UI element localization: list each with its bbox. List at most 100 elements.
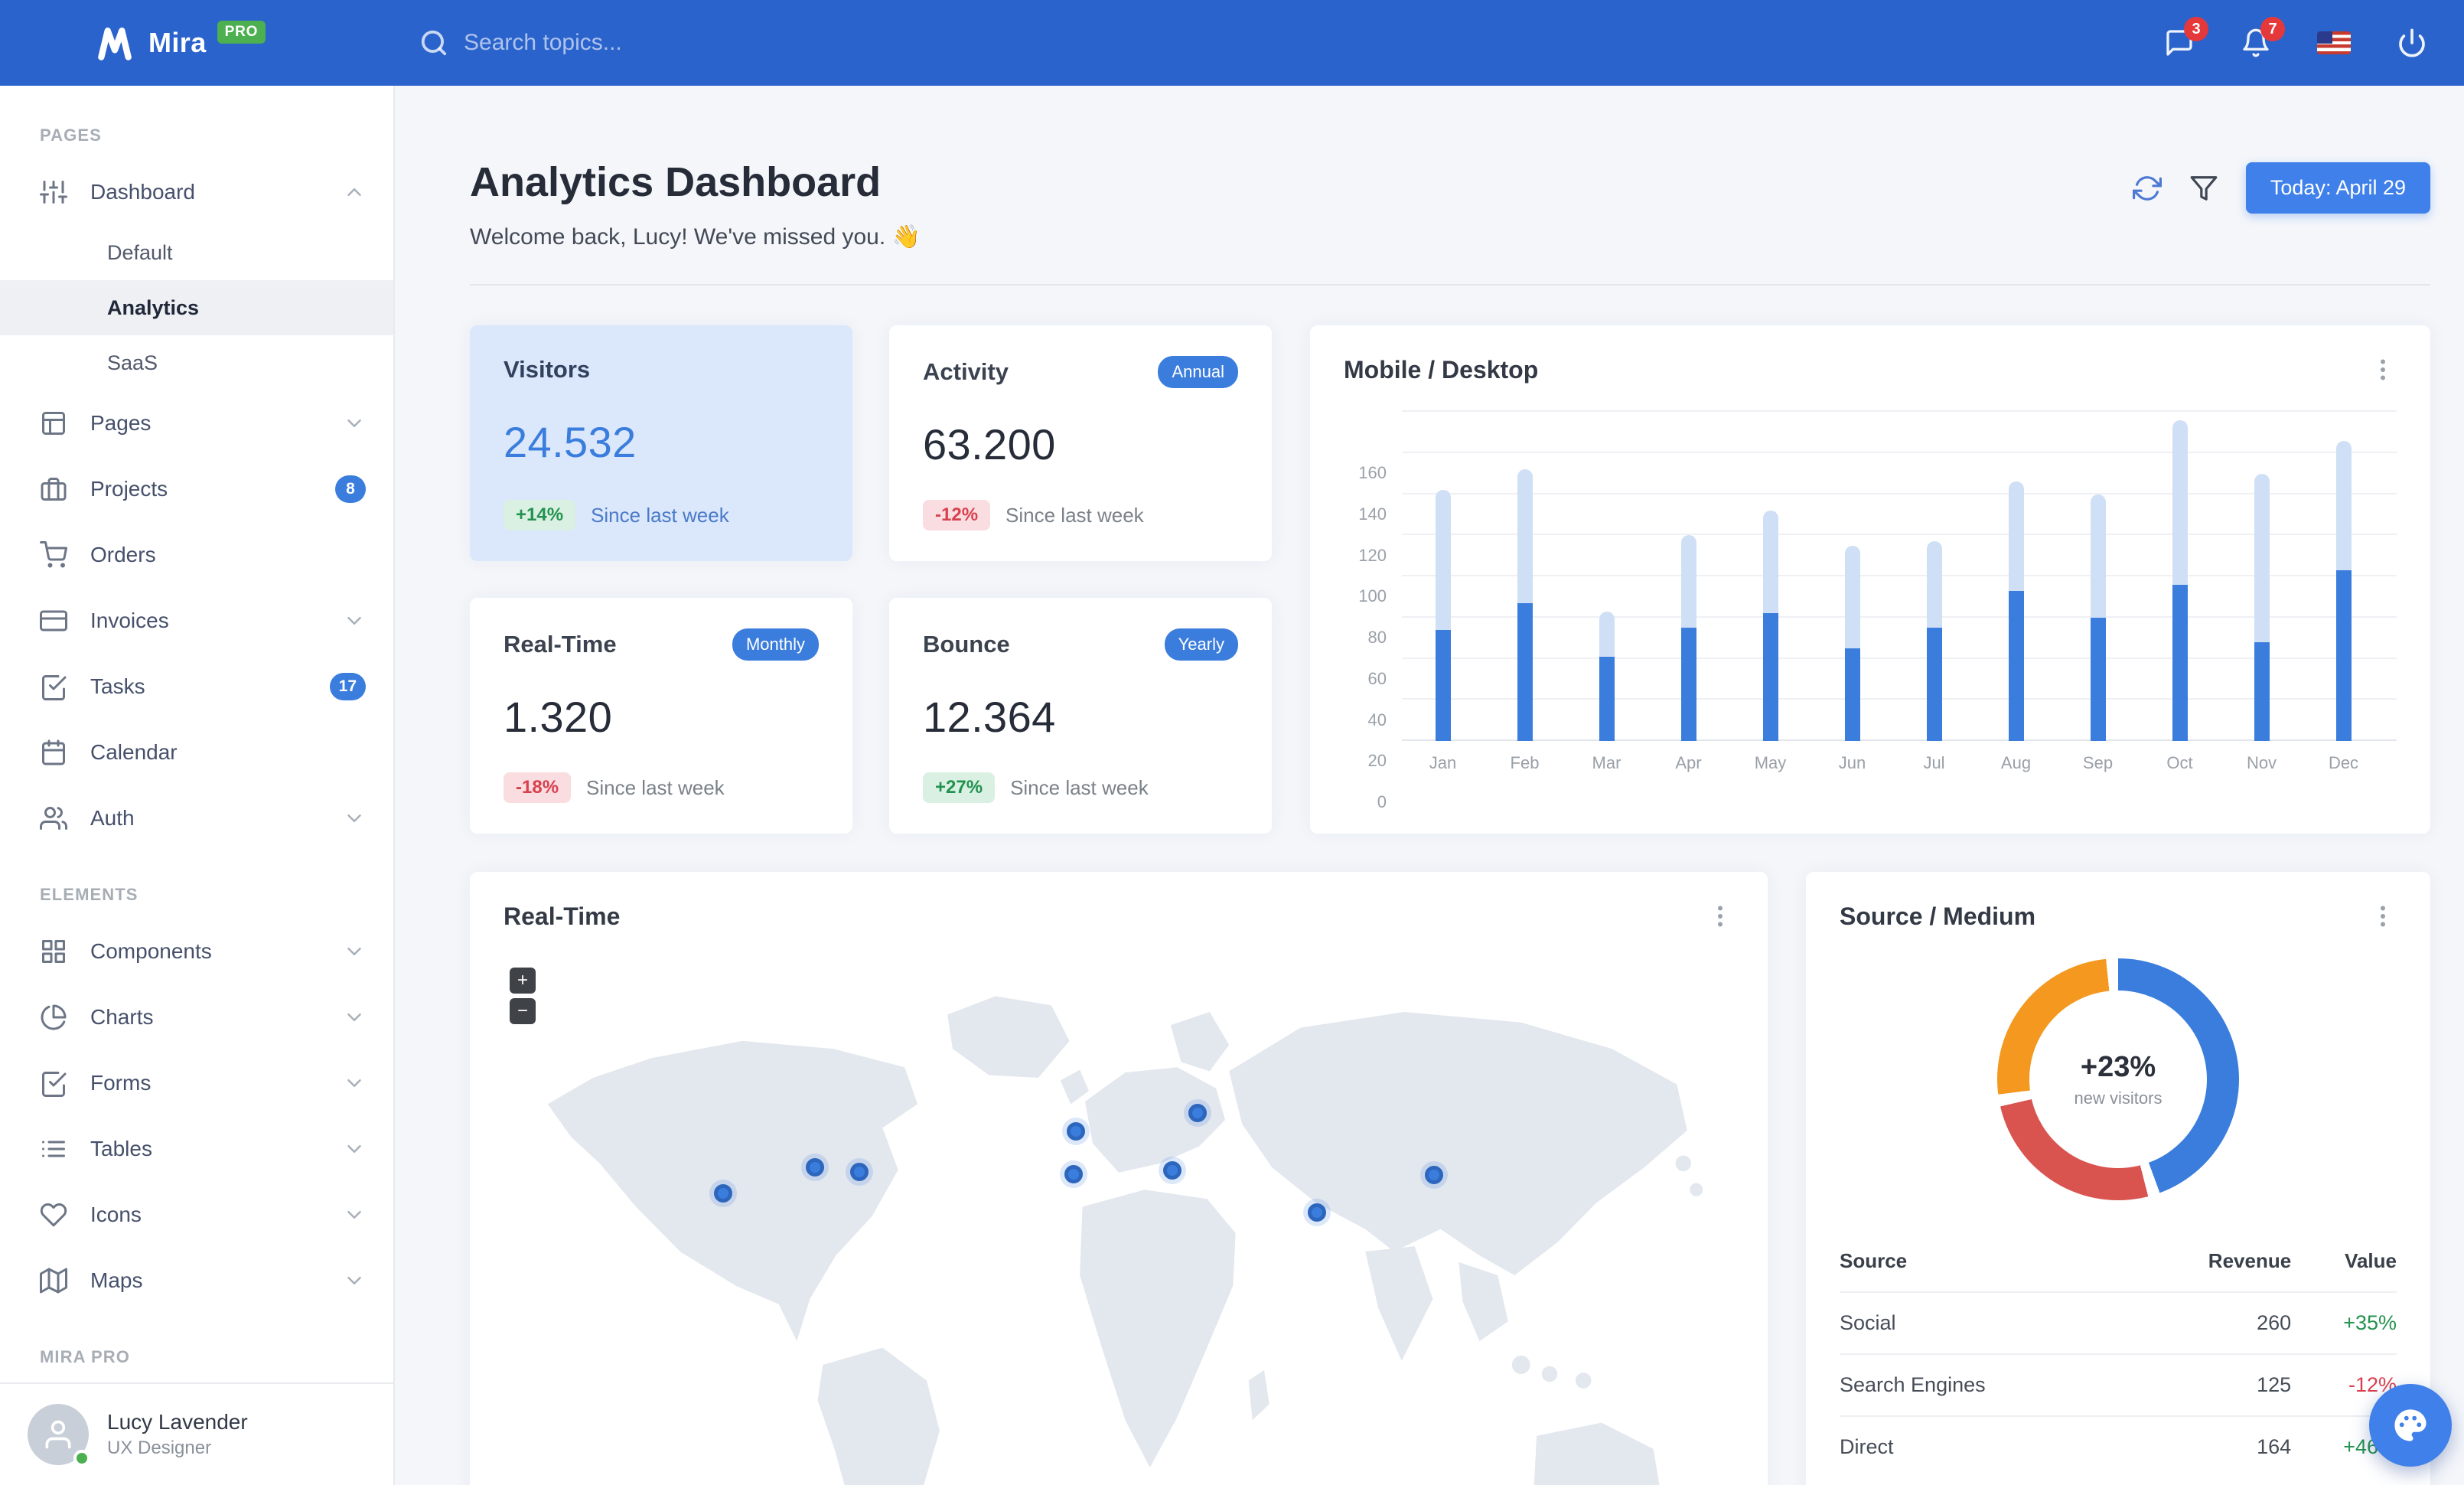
sidebar-user[interactable]: Lucy Lavender UX Designer — [0, 1382, 393, 1485]
sidebar-item-pages[interactable]: Pages — [0, 390, 393, 456]
notifications-badge: 7 — [2260, 17, 2285, 41]
bar-group-nov — [2221, 412, 2303, 741]
bar-segment-mobile — [1680, 628, 1696, 741]
source-card-title: Source / Medium — [1840, 902, 2036, 930]
sidebar-item-label: Auth — [90, 806, 135, 830]
sidebar-item-label: Projects — [90, 477, 168, 501]
stat-card-title: Bounce — [923, 631, 1010, 658]
search-icon — [419, 28, 448, 57]
sidebar-item-analytics[interactable]: Analytics — [0, 280, 393, 335]
sidebar-item-label: Invoices — [90, 609, 169, 632]
credit-card-icon — [40, 607, 67, 635]
notifications-button[interactable]: 7 — [2241, 17, 2285, 58]
messages-button[interactable]: 3 — [2164, 17, 2208, 58]
chart-menu-button[interactable] — [2369, 356, 2397, 383]
sidebar-item-label: Tasks — [90, 674, 145, 698]
bar-segment-mobile — [2008, 590, 2024, 741]
us-flag-icon — [2317, 31, 2351, 54]
x-axis-label: Jan — [1429, 753, 1457, 772]
sidebar-item-orders[interactable]: Orders — [0, 522, 393, 588]
bar-segment-mobile — [2172, 584, 2188, 741]
y-axis-label: 80 — [1367, 628, 1387, 647]
sidebar-item-label: Orders — [90, 543, 156, 566]
search-input[interactable] — [464, 30, 816, 56]
sidebar-item-icons[interactable]: Icons — [0, 1182, 393, 1248]
stat-card-title: Visitors — [504, 356, 591, 383]
sidebar-item-label: Components — [90, 939, 212, 963]
sidebar-item-components[interactable]: Components — [0, 919, 393, 984]
sidebar-item-label: Dashboard — [90, 180, 195, 204]
chevron-down-icon — [343, 1137, 366, 1160]
sidebar-item-dashboard[interactable]: Dashboard — [0, 159, 393, 225]
sidebar-count-badge: 17 — [329, 673, 366, 700]
stacked-bar-chart: 0 20 40 60 80 100 120 140 160 Jan Feb Mar Apr May Jun… — [1344, 410, 2397, 811]
map-marker — [713, 1184, 732, 1203]
y-axis-label: 140 — [1358, 504, 1387, 524]
map-zoom-out-button[interactable]: − — [510, 998, 536, 1024]
bar-stack — [2254, 473, 2270, 741]
map-zoom-controls: + − — [510, 968, 536, 1024]
sidebar-section-label-elements: ELEMENTS — [40, 885, 139, 904]
map-marker — [1425, 1166, 1444, 1185]
sidebar-item-maps[interactable]: Maps — [0, 1248, 393, 1314]
sidebar-count-badge: 8 — [335, 475, 366, 503]
sidebar-item-default[interactable]: Default — [0, 225, 393, 280]
refresh-button[interactable] — [2132, 174, 2162, 203]
sidebar-item-label: Tables — [90, 1137, 152, 1160]
map-zoom-in-button[interactable]: + — [510, 968, 536, 994]
chevron-down-icon — [343, 609, 366, 632]
source-menu-button[interactable] — [2369, 902, 2397, 930]
welcome-message: Welcome back, Lucy! We've missed you. 👋 — [470, 224, 921, 250]
sidebar-item-forms[interactable]: Forms — [0, 1050, 393, 1116]
sidebar-item-calendar[interactable]: Calendar — [0, 720, 393, 785]
y-axis-label: 40 — [1367, 710, 1387, 729]
bar-stack — [1762, 511, 1778, 741]
source-table-row-social: Social 260 +35% — [1840, 1291, 2397, 1354]
sidebar-item-tasks[interactable]: Tasks 17 — [0, 654, 393, 720]
bar-group-jul — [1893, 412, 1975, 741]
pie-chart-icon — [40, 1004, 67, 1031]
stat-delta-badge: -18% — [504, 772, 572, 803]
top-navbar: Mira PRO 3 7 — [0, 0, 2464, 86]
stat-period-badge: Annual — [1158, 356, 1238, 388]
y-axis-label: 0 — [1377, 792, 1387, 811]
sidebar-section-label-mira-pro: MIRA PRO — [40, 1347, 130, 1366]
mobile-desktop-card: Mobile / Desktop 0 20 40 60 80 100 120 140 160 J… — [1310, 325, 2430, 834]
briefcase-icon — [40, 475, 67, 503]
map-menu-button[interactable] — [1706, 902, 1734, 930]
filter-button[interactable] — [2189, 174, 2218, 203]
brand[interactable]: Mira PRO — [0, 21, 395, 63]
heart-icon — [40, 1201, 67, 1229]
stat-value: 24.532 — [504, 417, 637, 466]
value-cell: +35% — [2291, 1291, 2397, 1354]
theme-settings-fab[interactable] — [2369, 1384, 2452, 1467]
x-axis-label: Oct — [2166, 753, 2193, 772]
filter-icon — [2189, 174, 2218, 203]
world-map: + − — [470, 946, 1768, 1485]
stat-value: 1.320 — [504, 692, 613, 741]
bar-group-dec — [2303, 412, 2384, 741]
logout-button[interactable] — [2397, 28, 2427, 58]
stat-card-footer: +14% Since last week — [504, 500, 819, 530]
y-axis-label: 20 — [1367, 751, 1387, 771]
bar-segment-desktop — [1517, 469, 1533, 603]
language-button[interactable] — [2317, 31, 2351, 54]
sidebar-item-auth[interactable]: Auth — [0, 785, 393, 851]
bar-segment-mobile — [1844, 648, 1860, 741]
stat-card-title: Activity — [923, 358, 1009, 385]
bar-group-jun — [1811, 412, 1893, 741]
column-value: Value — [2345, 1249, 2397, 1272]
source-cell: Direct — [1840, 1415, 2128, 1477]
bar-stack — [1435, 490, 1451, 741]
sidebar-item-tables[interactable]: Tables — [0, 1116, 393, 1182]
map-marker — [806, 1157, 825, 1177]
today-button[interactable]: Today: April 29 — [2245, 162, 2430, 214]
sidebar-item-invoices[interactable]: Invoices — [0, 588, 393, 654]
sidebar-item-projects[interactable]: Projects 8 — [0, 456, 393, 522]
sidebar-item-saas[interactable]: SaaS — [0, 335, 393, 390]
sliders-icon — [40, 178, 67, 206]
sidebar-item-charts[interactable]: Charts — [0, 984, 393, 1050]
revenue-cell: 164 — [2127, 1415, 2292, 1477]
bar-group-oct — [2139, 412, 2221, 741]
more-vertical-icon — [2369, 902, 2397, 930]
